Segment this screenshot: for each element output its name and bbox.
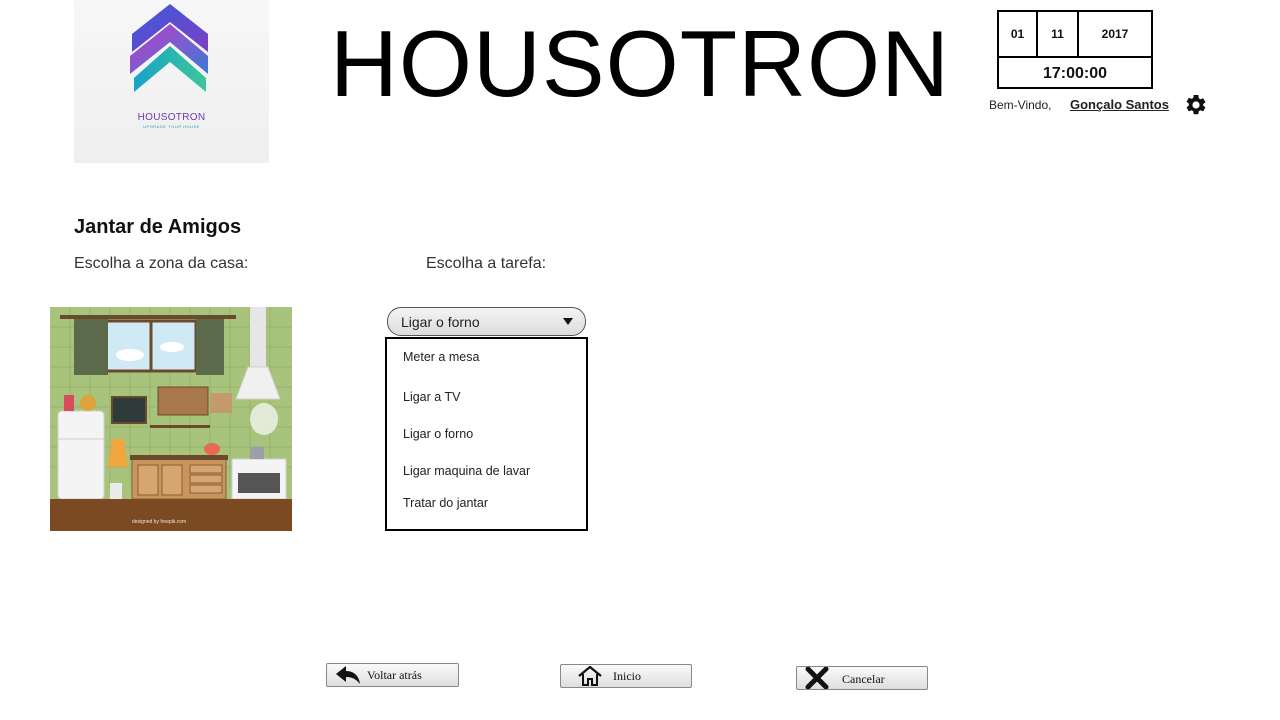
task-option-tratar-jantar[interactable]: Tratar do jantar bbox=[403, 496, 488, 510]
logo-text: HOUSOTRON bbox=[137, 112, 206, 123]
date-day: 01 bbox=[999, 12, 1038, 56]
logo-tagline: UPGRADE YOUR HOUSE bbox=[143, 124, 200, 129]
welcome-label: Bem-Vindo, bbox=[989, 98, 1052, 112]
home-button[interactable]: Inicio bbox=[560, 664, 692, 688]
back-button-label: Voltar atrás bbox=[367, 668, 422, 682]
app-title: HOUSOTRON bbox=[330, 11, 950, 116]
task-option-ligar-tv[interactable]: Ligar a TV bbox=[403, 390, 460, 404]
back-button[interactable]: Voltar atrás bbox=[326, 663, 459, 687]
kitchen-credit: designed by freepik.com bbox=[132, 519, 186, 525]
kitchen-zone-image[interactable]: designed by freepik.com bbox=[50, 307, 292, 531]
task-label: Escolha a tarefa: bbox=[426, 255, 547, 272]
date-time-box: 01 11 2017 17:00:00 bbox=[997, 10, 1153, 89]
user-name-link[interactable]: Gonçalo Santos bbox=[1070, 97, 1169, 112]
home-icon bbox=[578, 665, 602, 686]
task-option-maquina-lavar[interactable]: Ligar maquina de lavar bbox=[403, 464, 530, 478]
date-row: 01 11 2017 bbox=[999, 12, 1151, 58]
cancel-button[interactable]: Cancelar bbox=[796, 666, 928, 690]
gear-icon[interactable] bbox=[1184, 93, 1208, 117]
zone-label: Escolha a zona da casa: bbox=[74, 255, 249, 272]
back-arrow-icon bbox=[336, 666, 360, 684]
logo: HOUSOTRON UPGRADE YOUR HOUSE bbox=[74, 0, 269, 163]
time-display: 17:00:00 bbox=[1042, 64, 1108, 82]
task-options-list: Meter a mesa Ligar a TV Ligar o forno Li… bbox=[385, 337, 588, 531]
task-option-meter-mesa[interactable]: Meter a mesa bbox=[403, 350, 479, 364]
cancel-button-label: Cancelar bbox=[842, 672, 885, 686]
date-month: 11 bbox=[1038, 12, 1079, 56]
close-icon bbox=[805, 667, 829, 689]
house-logo-icon bbox=[130, 4, 208, 92]
page-title: Jantar de Amigos bbox=[74, 216, 242, 238]
task-option-ligar-forno[interactable]: Ligar o forno bbox=[403, 427, 473, 441]
task-select[interactable]: Ligar o forno bbox=[387, 307, 586, 336]
task-select-value: Ligar o forno bbox=[401, 313, 480, 330]
chevron-down-icon bbox=[563, 318, 573, 325]
home-button-label: Inicio bbox=[613, 669, 641, 683]
date-year: 2017 bbox=[1101, 27, 1129, 41]
